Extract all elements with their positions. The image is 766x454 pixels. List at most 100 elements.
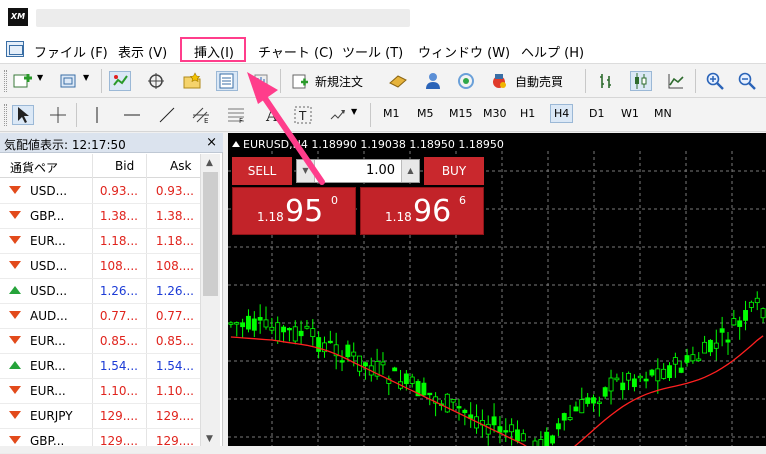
timeframe-h4[interactable]: H4 [550, 104, 574, 123]
menu-tools[interactable]: ツール (T) [342, 42, 403, 61]
candle-body [555, 423, 561, 430]
zoom-in-icon[interactable] [704, 71, 726, 91]
toolbar-grip[interactable] [4, 104, 7, 126]
candle-body [667, 365, 672, 378]
new-chart-icon[interactable] [12, 71, 34, 91]
timeframe-w1[interactable]: W1 [621, 107, 639, 120]
vertical-line-icon[interactable] [86, 105, 108, 125]
row-ask: 108.... [155, 259, 194, 273]
sell-price-button[interactable]: 1.18 95 0 [232, 187, 356, 235]
horizontal-line-icon[interactable] [121, 105, 143, 125]
market-watch-row[interactable]: EURJPY 129.... 129.... [0, 404, 200, 429]
crosshair-icon[interactable] [47, 105, 69, 125]
chart-window[interactable]: EURUSD,H4 1.18990 1.19038 1.18950 1.1895… [228, 133, 766, 446]
market-watch-row[interactable]: USD... 0.93... 0.93... [0, 179, 200, 204]
down-arrow-icon [9, 186, 21, 194]
scroll-up-icon[interactable]: ▲ [206, 158, 213, 168]
candlestick-chart-icon[interactable] [630, 71, 652, 91]
scroll-thumb[interactable] [203, 172, 218, 296]
svg-text:T: T [298, 109, 307, 123]
column-symbol[interactable]: 通貨ペア [10, 159, 58, 176]
terminal-icon[interactable] [216, 71, 238, 91]
market-watch-row[interactable]: USD... 1.26... 1.26... [0, 279, 200, 304]
profiles-dropdown-icon[interactable]: ▼ [83, 73, 89, 82]
zoom-out-icon[interactable] [736, 71, 758, 91]
row-bid: 0.77... [99, 309, 138, 323]
column-ask[interactable]: Ask [170, 159, 191, 173]
column-bid[interactable]: Bid [115, 159, 134, 173]
buy-button[interactable]: BUY [424, 157, 484, 185]
toolbar-grip[interactable] [4, 70, 7, 92]
buy-price-button[interactable]: 1.18 96 6 [360, 187, 484, 235]
market-watch-row[interactable]: EUR... 1.54... 1.54... [0, 354, 200, 379]
candle-body [246, 315, 251, 330]
market-watch-row[interactable]: GBP... 1.38... 1.38... [0, 204, 200, 229]
candle-body [403, 373, 409, 385]
timeframe-m30[interactable]: M30 [483, 107, 507, 120]
metaeditor-icon[interactable] [387, 71, 409, 91]
line-chart-icon[interactable] [665, 71, 687, 91]
market-watch-row[interactable]: USD... 108.... 108.... [0, 254, 200, 279]
bar-chart-icon[interactable] [595, 71, 617, 91]
market-watch-row[interactable]: GBP... 129.... 129.... [0, 429, 200, 454]
timeframe-m15[interactable]: M15 [449, 107, 473, 120]
toolbar-separator [280, 69, 281, 93]
volume-field[interactable]: ▼ 1.00 ▲ [296, 159, 420, 183]
arrows-shapes-icon[interactable] [327, 105, 349, 125]
svg-text:E: E [204, 117, 208, 124]
menu-window[interactable]: ウィンドウ (W) [418, 42, 510, 61]
text-label-icon[interactable]: T [292, 105, 314, 125]
sell-button[interactable]: SELL [232, 157, 292, 185]
data-window-crosshair-icon[interactable] [145, 71, 167, 91]
market-watch-row[interactable]: EUR... 0.85... 0.85... [0, 329, 200, 354]
row-ask: 1.54... [155, 359, 194, 373]
menu-chart[interactable]: チャート (C) [258, 42, 333, 61]
scroll-down-icon[interactable]: ▼ [206, 434, 213, 444]
volume-increase-icon[interactable]: ▲ [401, 160, 419, 182]
timeframe-mn[interactable]: MN [654, 107, 672, 120]
candle-body [743, 310, 748, 321]
row-symbol: AUD... [30, 309, 68, 323]
svg-text:A: A [265, 107, 278, 123]
close-icon[interactable]: × [206, 135, 217, 150]
cursor-icon[interactable] [12, 105, 34, 125]
signals-icon[interactable] [455, 71, 477, 91]
market-watch-row[interactable]: AUD... 0.77... 0.77... [0, 304, 200, 329]
market-watch-row[interactable]: EUR... 1.18... 1.18... [0, 229, 200, 254]
new-order-button[interactable]: 新規注文 [315, 73, 363, 90]
candle-body [491, 416, 497, 426]
candle-body [579, 399, 585, 414]
market-watch-row[interactable]: EUR... 1.10... 1.10... [0, 379, 200, 404]
menu-view[interactable]: 表示 (V) [118, 42, 167, 61]
trendline-icon[interactable] [156, 105, 178, 125]
auto-trading-button[interactable]: 自動売買 [515, 73, 563, 90]
auto-trading-icon[interactable] [488, 71, 510, 91]
profiles-icon[interactable] [58, 71, 80, 91]
row-bid: 1.18... [99, 234, 138, 248]
equidistant-channel-icon[interactable]: E [190, 105, 212, 125]
timeframe-h1[interactable]: H1 [520, 107, 535, 120]
strategy-tester-icon[interactable] [250, 71, 272, 91]
navigator-icon[interactable] [181, 71, 203, 91]
row-bid: 1.26... [99, 284, 138, 298]
volume-value[interactable]: 1.00 [366, 163, 395, 178]
timeframe-d1[interactable]: D1 [589, 107, 604, 120]
fibonacci-icon[interactable]: F [225, 105, 247, 125]
menu-help[interactable]: ヘルプ (H) [521, 42, 584, 61]
candle-body [380, 361, 386, 366]
market-watch-icon[interactable] [109, 71, 131, 91]
volume-decrease-icon[interactable]: ▼ [297, 160, 315, 182]
timeframe-m1[interactable]: M1 [383, 107, 400, 120]
text-icon[interactable]: A [260, 105, 282, 125]
window-system-icon[interactable] [6, 41, 24, 57]
menu-file[interactable]: ファイル (F) [34, 42, 108, 61]
shapes-dropdown-icon[interactable]: ▼ [351, 107, 357, 116]
candle-body [696, 358, 702, 362]
new-chart-dropdown-icon[interactable]: ▼ [37, 73, 43, 82]
toolbar-separator [585, 69, 586, 93]
community-user-icon[interactable] [422, 71, 444, 91]
market-watch-scrollbar[interactable]: ▲ ▼ [200, 154, 220, 446]
new-order-icon[interactable] [289, 71, 311, 91]
timeframe-m5[interactable]: M5 [417, 107, 434, 120]
down-arrow-icon [9, 436, 21, 444]
